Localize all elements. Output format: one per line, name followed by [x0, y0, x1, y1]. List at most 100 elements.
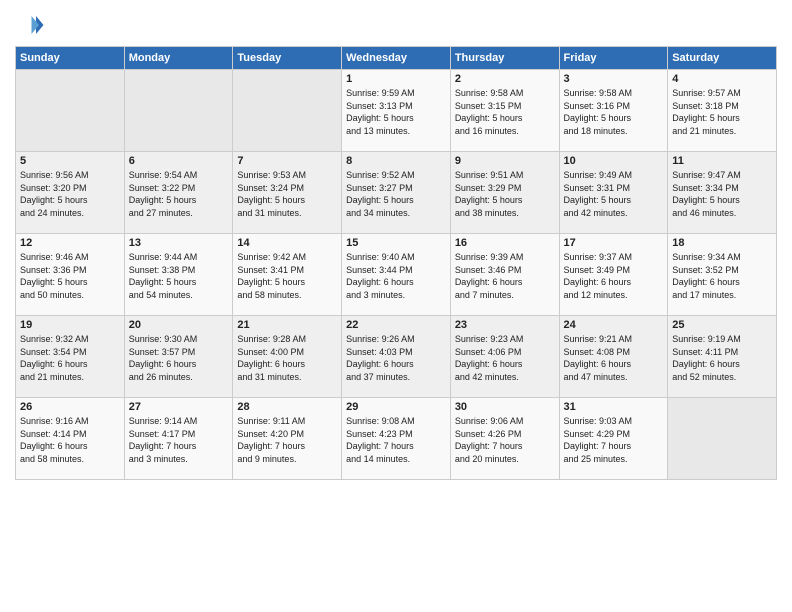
day-number: 15 — [346, 237, 446, 249]
day-cell — [233, 70, 342, 152]
day-info: Sunrise: 9:47 AM Sunset: 3:34 PM Dayligh… — [672, 169, 772, 219]
day-info: Sunrise: 9:21 AM Sunset: 4:08 PM Dayligh… — [564, 333, 664, 383]
day-info: Sunrise: 9:42 AM Sunset: 3:41 PM Dayligh… — [237, 251, 337, 301]
day-info: Sunrise: 9:14 AM Sunset: 4:17 PM Dayligh… — [129, 415, 229, 465]
header-row: SundayMondayTuesdayWednesdayThursdayFrid… — [16, 47, 777, 70]
day-info: Sunrise: 9:30 AM Sunset: 3:57 PM Dayligh… — [129, 333, 229, 383]
day-info: Sunrise: 9:58 AM Sunset: 3:16 PM Dayligh… — [564, 87, 664, 137]
day-number: 2 — [455, 73, 555, 85]
day-info: Sunrise: 9:23 AM Sunset: 4:06 PM Dayligh… — [455, 333, 555, 383]
day-cell: 1 Sunrise: 9:59 AM Sunset: 3:13 PM Daylig… — [342, 70, 451, 152]
week-row-1: 1 Sunrise: 9:59 AM Sunset: 3:13 PM Daylig… — [16, 70, 777, 152]
day-number: 11 — [672, 155, 772, 167]
week-row-2: 5Sunrise: 9:56 AM Sunset: 3:20 PM Daylig… — [16, 152, 777, 234]
day-cell: 5Sunrise: 9:56 AM Sunset: 3:20 PM Daylig… — [16, 152, 125, 234]
day-number: 13 — [129, 237, 229, 249]
day-cell: 13 Sunrise: 9:44 AM Sunset: 3:38 PM Dayli… — [124, 234, 233, 316]
day-info: Sunrise: 9:44 AM Sunset: 3:38 PM Dayligh… — [129, 251, 229, 301]
day-number: 17 — [564, 237, 664, 249]
day-cell — [668, 398, 777, 480]
day-number: 16 — [455, 237, 555, 249]
day-cell: 4Sunrise: 9:57 AM Sunset: 3:18 PM Daylig… — [668, 70, 777, 152]
day-cell: 23 Sunrise: 9:23 AM Sunset: 4:06 PM Dayli… — [450, 316, 559, 398]
day-cell: 22 Sunrise: 9:26 AM Sunset: 4:03 PM Dayli… — [342, 316, 451, 398]
week-row-5: 26 Sunrise: 9:16 AM Sunset: 4:14 PM Dayli… — [16, 398, 777, 480]
day-info: Sunrise: 9:08 AM Sunset: 4:23 PM Dayligh… — [346, 415, 446, 465]
day-cell: 30 Sunrise: 9:06 AM Sunset: 4:26 PM Dayli… — [450, 398, 559, 480]
day-cell: 10 Sunrise: 9:49 AM Sunset: 3:31 PM Dayli… — [559, 152, 668, 234]
day-number: 19 — [20, 319, 120, 331]
day-cell: 8 Sunrise: 9:52 AM Sunset: 3:27 PM Daylig… — [342, 152, 451, 234]
day-number: 10 — [564, 155, 664, 167]
day-number: 31 — [564, 401, 664, 413]
day-cell: 29Sunrise: 9:08 AM Sunset: 4:23 PM Dayli… — [342, 398, 451, 480]
calendar-container: SundayMondayTuesdayWednesdayThursdayFrid… — [0, 0, 792, 490]
day-cell — [124, 70, 233, 152]
day-number: 22 — [346, 319, 446, 331]
day-number: 5 — [20, 155, 120, 167]
day-number: 18 — [672, 237, 772, 249]
day-cell: 9Sunrise: 9:51 AM Sunset: 3:29 PM Daylig… — [450, 152, 559, 234]
day-cell: 3 Sunrise: 9:58 AM Sunset: 3:16 PM Daylig… — [559, 70, 668, 152]
day-cell: 19 Sunrise: 9:32 AM Sunset: 3:54 PM Dayli… — [16, 316, 125, 398]
day-cell: 24 Sunrise: 9:21 AM Sunset: 4:08 PM Dayli… — [559, 316, 668, 398]
day-info: Sunrise: 9:26 AM Sunset: 4:03 PM Dayligh… — [346, 333, 446, 383]
day-number: 24 — [564, 319, 664, 331]
day-number: 14 — [237, 237, 337, 249]
day-cell: 12Sunrise: 9:46 AM Sunset: 3:36 PM Dayli… — [16, 234, 125, 316]
day-info: Sunrise: 9:28 AM Sunset: 4:00 PM Dayligh… — [237, 333, 337, 383]
day-cell: 18Sunrise: 9:34 AM Sunset: 3:52 PM Dayli… — [668, 234, 777, 316]
week-row-3: 12Sunrise: 9:46 AM Sunset: 3:36 PM Dayli… — [16, 234, 777, 316]
day-cell: 16 Sunrise: 9:39 AM Sunset: 3:46 PM Dayli… — [450, 234, 559, 316]
day-cell: 21 Sunrise: 9:28 AM Sunset: 4:00 PM Dayli… — [233, 316, 342, 398]
day-number: 30 — [455, 401, 555, 413]
day-cell: 14 Sunrise: 9:42 AM Sunset: 3:41 PM Dayli… — [233, 234, 342, 316]
day-info: Sunrise: 9:40 AM Sunset: 3:44 PM Dayligh… — [346, 251, 446, 301]
header-thursday: Thursday — [450, 47, 559, 70]
day-number: 26 — [20, 401, 120, 413]
logo — [15, 10, 49, 40]
week-row-4: 19 Sunrise: 9:32 AM Sunset: 3:54 PM Dayli… — [16, 316, 777, 398]
header-wednesday: Wednesday — [342, 47, 451, 70]
day-cell: 17 Sunrise: 9:37 AM Sunset: 3:49 PM Dayli… — [559, 234, 668, 316]
day-number: 23 — [455, 319, 555, 331]
day-cell: 31 Sunrise: 9:03 AM Sunset: 4:29 PM Dayli… — [559, 398, 668, 480]
day-cell: 11 Sunrise: 9:47 AM Sunset: 3:34 PM Dayli… — [668, 152, 777, 234]
header-sunday: Sunday — [16, 47, 125, 70]
day-cell: 28Sunrise: 9:11 AM Sunset: 4:20 PM Dayli… — [233, 398, 342, 480]
day-info: Sunrise: 9:59 AM Sunset: 3:13 PM Dayligh… — [346, 87, 446, 137]
day-number: 3 — [564, 73, 664, 85]
day-number: 27 — [129, 401, 229, 413]
day-number: 8 — [346, 155, 446, 167]
day-number: 6 — [129, 155, 229, 167]
day-cell: 27 Sunrise: 9:14 AM Sunset: 4:17 PM Dayli… — [124, 398, 233, 480]
day-info: Sunrise: 9:54 AM Sunset: 3:22 PM Dayligh… — [129, 169, 229, 219]
day-info: Sunrise: 9:32 AM Sunset: 3:54 PM Dayligh… — [20, 333, 120, 383]
header — [15, 10, 777, 40]
day-number: 21 — [237, 319, 337, 331]
day-info: Sunrise: 9:53 AM Sunset: 3:24 PM Dayligh… — [237, 169, 337, 219]
day-info: Sunrise: 9:37 AM Sunset: 3:49 PM Dayligh… — [564, 251, 664, 301]
day-info: Sunrise: 9:03 AM Sunset: 4:29 PM Dayligh… — [564, 415, 664, 465]
calendar-table: SundayMondayTuesdayWednesdayThursdayFrid… — [15, 46, 777, 480]
day-number: 9 — [455, 155, 555, 167]
day-cell: 26 Sunrise: 9:16 AM Sunset: 4:14 PM Dayli… — [16, 398, 125, 480]
day-info: Sunrise: 9:16 AM Sunset: 4:14 PM Dayligh… — [20, 415, 120, 465]
header-friday: Friday — [559, 47, 668, 70]
day-info: Sunrise: 9:11 AM Sunset: 4:20 PM Dayligh… — [237, 415, 337, 465]
day-number: 20 — [129, 319, 229, 331]
day-info: Sunrise: 9:39 AM Sunset: 3:46 PM Dayligh… — [455, 251, 555, 301]
day-info: Sunrise: 9:49 AM Sunset: 3:31 PM Dayligh… — [564, 169, 664, 219]
header-monday: Monday — [124, 47, 233, 70]
day-cell: 15 Sunrise: 9:40 AM Sunset: 3:44 PM Dayli… — [342, 234, 451, 316]
day-info: Sunrise: 9:06 AM Sunset: 4:26 PM Dayligh… — [455, 415, 555, 465]
logo-icon — [15, 10, 45, 40]
day-cell: 20 Sunrise: 9:30 AM Sunset: 3:57 PM Dayli… — [124, 316, 233, 398]
day-number: 25 — [672, 319, 772, 331]
day-info: Sunrise: 9:52 AM Sunset: 3:27 PM Dayligh… — [346, 169, 446, 219]
day-cell: 7Sunrise: 9:53 AM Sunset: 3:24 PM Daylig… — [233, 152, 342, 234]
day-info: Sunrise: 9:19 AM Sunset: 4:11 PM Dayligh… — [672, 333, 772, 383]
header-tuesday: Tuesday — [233, 47, 342, 70]
day-number: 1 — [346, 73, 446, 85]
day-number: 4 — [672, 73, 772, 85]
